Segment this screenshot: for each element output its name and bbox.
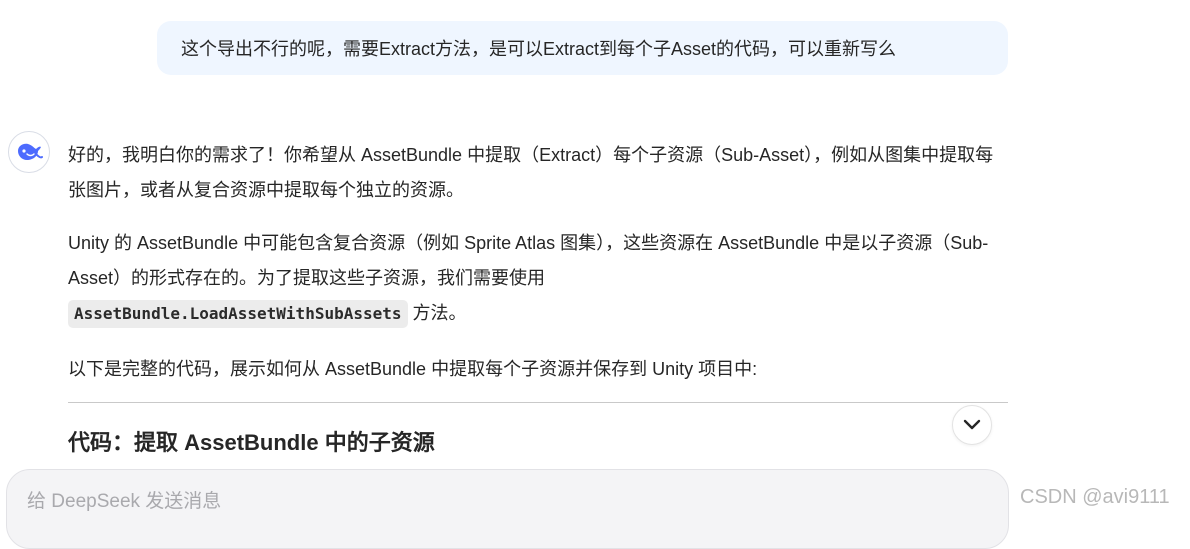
answer-paragraph-2-suffix: 方法。 — [407, 303, 467, 323]
user-message-text: 这个导出不行的呢，需要Extract方法，是可以Extract到每个子Asset… — [181, 39, 897, 59]
answer-paragraph-3: 以下是完整的代码，展示如何从 AssetBundle 中提取每个子资源并保存到 … — [68, 359, 758, 379]
scroll-down-button[interactable] — [952, 405, 992, 445]
section-heading: 代码：提取 AssetBundle 中的子资源 — [68, 430, 435, 455]
message-input[interactable] — [25, 484, 929, 520]
answer-paragraph-2: Unity 的 AssetBundle 中可能包含复合资源（例如 Sprite … — [68, 226, 1008, 331]
assistant-avatar — [8, 131, 50, 173]
message-composer — [6, 469, 1009, 549]
answer-paragraph-1: 好的，我明白你的需求了！你希望从 AssetBundle 中提取（Extract… — [68, 145, 994, 200]
watermark: CSDN @avi9111 — [1020, 486, 1170, 508]
section-divider — [68, 402, 1008, 403]
chevron-down-icon — [963, 419, 981, 430]
deepseek-whale-icon — [18, 143, 43, 160]
user-message-bubble: 这个导出不行的呢，需要Extract方法，是可以Extract到每个子Asset… — [157, 21, 1008, 75]
inline-code: AssetBundle.LoadAssetWithSubAssets — [68, 300, 408, 328]
answer-paragraph-2-text: Unity 的 AssetBundle 中可能包含复合资源（例如 Sprite … — [68, 233, 989, 288]
